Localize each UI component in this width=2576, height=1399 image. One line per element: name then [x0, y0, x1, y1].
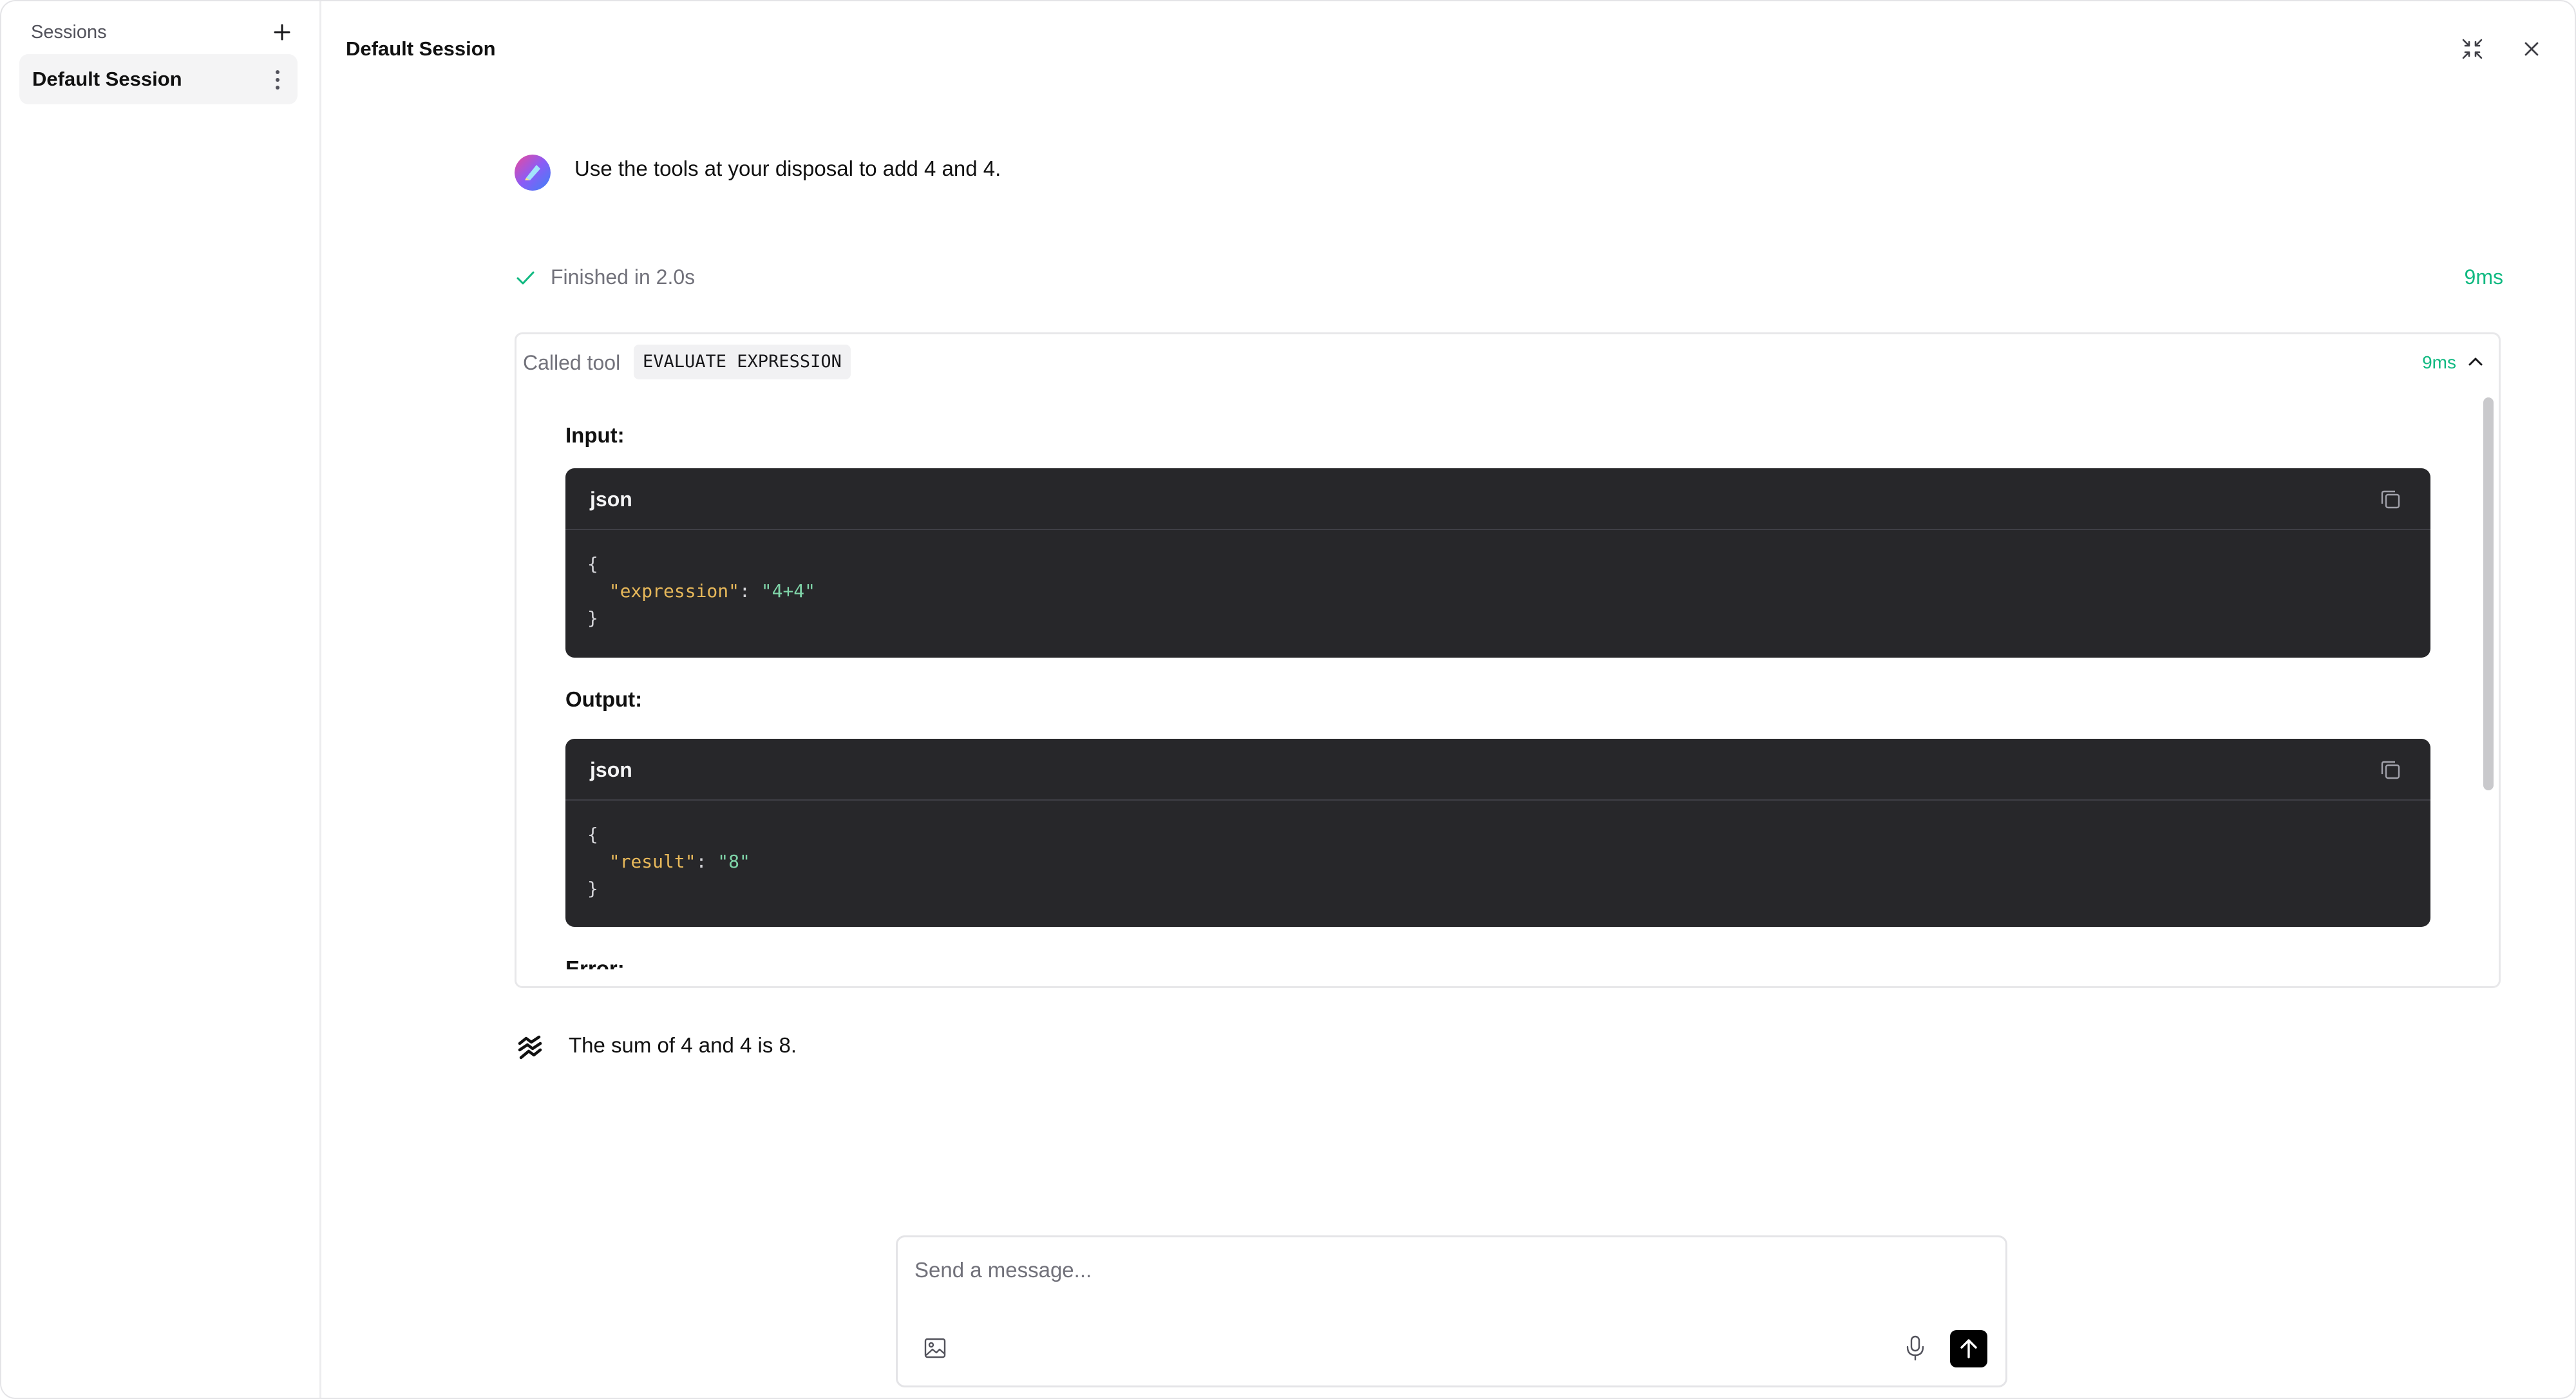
arrow-up-icon[interactable] [1950, 1330, 1987, 1367]
tool-duration: 9ms [2422, 352, 2456, 372]
assistant-message: The sum of 4 and 4 is 8. [569, 1033, 797, 1057]
json-key: "result" [609, 851, 696, 872]
message-input[interactable] [914, 1254, 1984, 1286]
copy-icon[interactable] [2376, 485, 2405, 513]
session-label: Default Session [32, 68, 182, 90]
json-key: "expression" [609, 580, 740, 602]
chevron-up-icon[interactable] [2463, 348, 2488, 374]
plus-icon[interactable] [269, 19, 295, 45]
output-json: { "result": "8" } [587, 824, 750, 899]
check-icon [515, 267, 536, 289]
sessions-title: Sessions [31, 22, 107, 43]
tool-call-card: Called tool EVALUATE EXPRESSION 9ms Inpu… [515, 332, 2501, 988]
sessions-sidebar: Sessions Default Session [1, 1, 321, 1398]
more-vertical-icon[interactable] [273, 67, 282, 93]
scrollbar-thumb[interactable] [2483, 397, 2494, 790]
input-label: Input: [565, 423, 625, 447]
page-title: Default Session [346, 37, 496, 60]
code-language: json [590, 488, 632, 511]
user-message: Use the tools at your disposal to add 4 … [574, 157, 1001, 180]
run-status: Finished in 2.0s 9ms [515, 262, 2503, 294]
sessions-header: Sessions [31, 19, 295, 48]
called-tool-label: Called tool [523, 351, 621, 374]
input-json: { "expression": "4+4" } [587, 553, 816, 629]
mic-icon[interactable] [1901, 1333, 1929, 1364]
json-value: "4+4" [761, 580, 816, 602]
input-code-block: json { "expression": "4+4" } [565, 468, 2430, 658]
app-window: Sessions Default Session Default Session [0, 0, 2576, 1399]
close-icon[interactable] [2517, 35, 2546, 63]
minimize-icon[interactable] [2458, 35, 2486, 63]
status-text: Finished in 2.0s [551, 265, 696, 289]
chat-panel: Default Session Use the tools at your di… [321, 1, 2575, 1398]
code-block-header: json [565, 468, 2430, 530]
tool-name-badge: EVALUATE EXPRESSION [634, 345, 851, 379]
output-label: Output: [565, 687, 643, 711]
assistant-logo-icon [515, 1032, 545, 1063]
code-language: json [590, 758, 632, 781]
error-label: Error: [565, 956, 625, 969]
tool-call-body[interactable]: Input: json { "expression": "4+4" } Outp… [516, 390, 2481, 969]
image-icon[interactable] [921, 1334, 949, 1362]
message-composer [896, 1235, 2007, 1387]
status-duration: 9ms [2464, 265, 2503, 289]
session-item-default[interactable]: Default Session [19, 54, 298, 104]
user-avatar [515, 155, 551, 191]
tool-call-header[interactable]: Called tool EVALUATE EXPRESSION 9ms [516, 334, 2499, 390]
output-code-block: json { "result": "8" } [565, 739, 2430, 927]
json-value: "8" [717, 851, 750, 872]
code-block-header: json [565, 739, 2430, 801]
copy-icon[interactable] [2376, 756, 2405, 784]
